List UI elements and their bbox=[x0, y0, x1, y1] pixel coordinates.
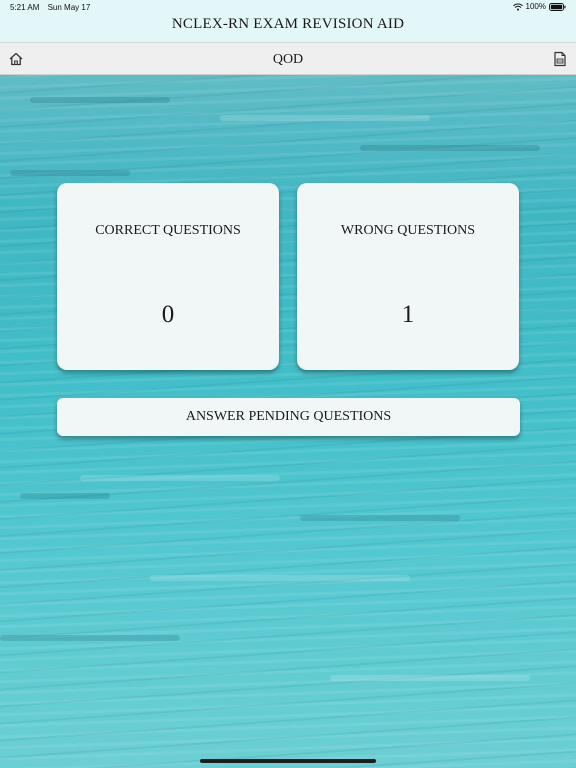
status-date: Sun May 17 bbox=[47, 3, 91, 12]
background-brush-stroke bbox=[300, 515, 460, 521]
wifi-icon bbox=[512, 2, 523, 11]
background-brush-stroke bbox=[360, 145, 540, 151]
wrong-questions-count: 1 bbox=[401, 301, 415, 328]
navigation-bar: QOD bbox=[0, 42, 576, 75]
wrong-questions-label: WRONG QUESTIONS bbox=[340, 223, 476, 238]
home-indicator[interactable] bbox=[200, 759, 376, 763]
main-content: CORRECT QUESTIONS 0 WRONG QUESTIONS 1 AN… bbox=[0, 75, 576, 768]
correct-questions-card[interactable]: CORRECT QUESTIONS 0 bbox=[57, 183, 279, 370]
status-time: 5:21 AM bbox=[10, 3, 40, 12]
nav-title: QOD bbox=[272, 52, 304, 67]
background-brush-stroke bbox=[220, 115, 430, 121]
background-brush-stroke bbox=[0, 635, 180, 641]
status-time-date: 5:21 AM Sun May 17 bbox=[10, 3, 96, 12]
correct-questions-label: CORRECT QUESTIONS bbox=[95, 223, 241, 238]
correct-questions-count: 0 bbox=[161, 301, 175, 328]
top-header-area: 5:21 AM Sun May 17 100% NCLEX-RN EXAM RE… bbox=[0, 0, 576, 42]
background-brush-stroke bbox=[330, 675, 530, 681]
background-brush-stroke bbox=[30, 97, 170, 103]
status-bar: 5:21 AM Sun May 17 100% bbox=[0, 0, 576, 14]
background-brush-stroke bbox=[20, 493, 110, 499]
answer-pending-questions-button[interactable]: ANSWER PENDING QUESTIONS bbox=[57, 398, 520, 436]
wrong-questions-card[interactable]: WRONG QUESTIONS 1 bbox=[297, 183, 519, 370]
background-brush-stroke bbox=[10, 170, 130, 176]
background-brush-stroke bbox=[150, 575, 410, 581]
battery-icon bbox=[549, 2, 566, 11]
background-brush-stroke bbox=[80, 475, 280, 481]
app-title: NCLEX-RN EXAM REVISION AID bbox=[171, 16, 405, 32]
document-icon[interactable] bbox=[552, 51, 568, 67]
battery-percent: 100% bbox=[525, 2, 546, 11]
status-indicators: 100% bbox=[512, 2, 566, 11]
